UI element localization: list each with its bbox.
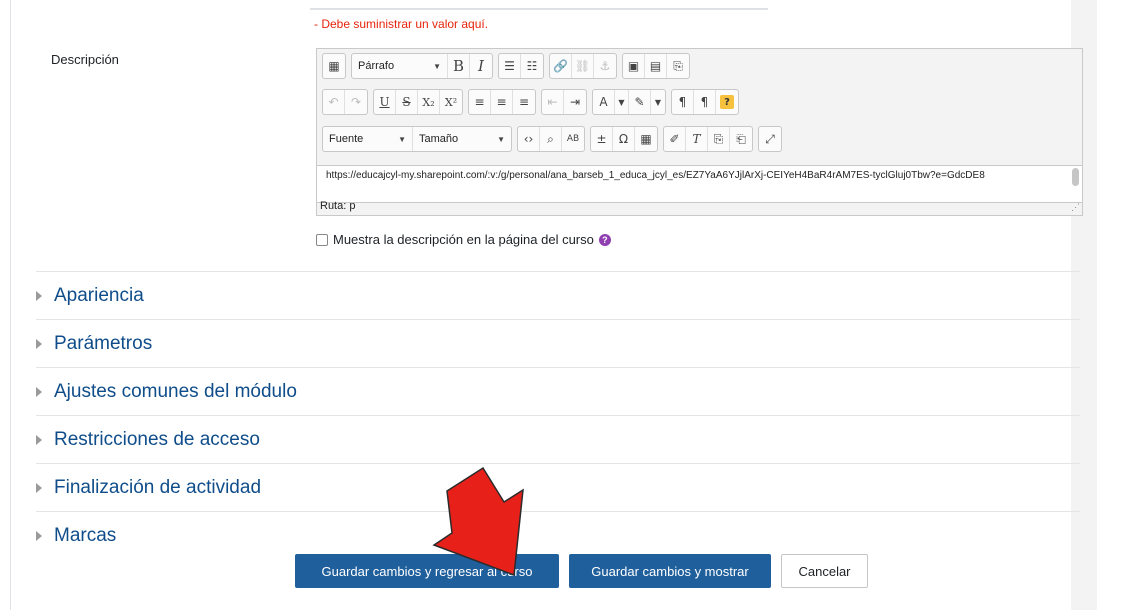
save-and-display-button[interactable]: Guardar cambios y mostrar: [569, 554, 771, 588]
section-finalizacion[interactable]: Finalización de actividad: [36, 463, 1080, 511]
error-message: - Debe suministrar un valor aquí.: [314, 17, 489, 31]
image-icon[interactable]: ▣: [623, 54, 645, 78]
editor-toolbar-row-3: Fuente ▼ Tamaño ▼ ‹› ⌕ AB ± Ω ▦ ✐ T ⎘ ⎗ …: [322, 126, 787, 152]
section-marcas[interactable]: Marcas: [36, 511, 1080, 559]
subscript-icon[interactable]: X₂: [418, 90, 440, 114]
section-title[interactable]: Ajustes comunes del módulo: [54, 381, 297, 403]
description-editor: ▦ Párrafo ▼ B I ☰ ☷ 🔗 ⛓ ⚓ ▣ ▤ ⎘ ↶ ↷ U S …: [316, 48, 1083, 216]
strikethrough-icon[interactable]: S: [396, 90, 418, 114]
section-title[interactable]: Marcas: [54, 525, 116, 547]
search-replace-icon[interactable]: ⌕: [540, 127, 562, 151]
caret-down-icon: ▼: [398, 134, 406, 144]
resize-handle-icon[interactable]: ⋰: [1071, 202, 1080, 213]
show-description-checkbox[interactable]: [316, 233, 328, 246]
special-char-icon[interactable]: Ω: [613, 127, 635, 151]
html-source-icon[interactable]: ‹›: [518, 127, 540, 151]
editor-content-text[interactable]: https://educajcyl-my.sharepoint.com/:v:/…: [326, 170, 1056, 181]
clear-formatting-icon[interactable]: T: [686, 127, 708, 151]
clear-formatting-brush-icon[interactable]: ✐: [664, 127, 686, 151]
section-title[interactable]: Restricciones de acceso: [54, 429, 260, 451]
section-title[interactable]: Apariencia: [54, 285, 144, 307]
font-select-label: Fuente: [329, 133, 364, 145]
unlink-icon[interactable]: ⛓: [572, 54, 594, 78]
paste-word-icon[interactable]: ⎗: [730, 127, 752, 151]
toolbar-toggle-icon[interactable]: ▦: [323, 54, 345, 78]
expand-triangle-icon: [36, 386, 42, 397]
section-title[interactable]: Finalización de actividad: [54, 477, 261, 499]
expand-triangle-icon: [36, 530, 42, 541]
editor-toolbar-row-1: ▦ Párrafo ▼ B I ☰ ☷ 🔗 ⛓ ⚓ ▣ ▤ ⎘: [322, 53, 695, 79]
previous-field-bottom: [310, 8, 768, 10]
show-description-row: Muestra la descripción en la página del …: [316, 232, 611, 247]
table-icon[interactable]: ▦: [635, 127, 657, 151]
undo-icon[interactable]: ↶: [323, 90, 345, 114]
font-color-caret-icon[interactable]: ▼: [615, 90, 629, 114]
link-icon[interactable]: 🔗: [550, 54, 572, 78]
form-action-buttons: Guardar cambios y regresar al curso Guar…: [295, 554, 868, 588]
case-convert-icon[interactable]: AB: [562, 127, 584, 151]
section-parametros[interactable]: Parámetros: [36, 319, 1080, 367]
superscript-icon[interactable]: X²: [440, 90, 462, 114]
section-title[interactable]: Parámetros: [54, 333, 152, 355]
paste-text-icon[interactable]: ⎘: [708, 127, 730, 151]
editor-toolbar-row-2: ↶ ↷ U S X₂ X² ≡ ≡ ≡ ⇤ ⇥ A ▼ ✎ ▼ ¶ ¶ ?: [322, 89, 744, 115]
underline-icon[interactable]: U: [374, 90, 396, 114]
background-color-icon[interactable]: ✎: [629, 90, 651, 114]
question-help-icon[interactable]: ?: [598, 233, 611, 246]
bold-icon[interactable]: B: [448, 54, 470, 78]
align-center-icon[interactable]: ≡: [491, 90, 513, 114]
rtl-icon[interactable]: ¶: [694, 90, 716, 114]
numbered-list-icon[interactable]: ☷: [521, 54, 543, 78]
expand-triangle-icon: [36, 482, 42, 493]
expand-triangle-icon: [36, 434, 42, 445]
help-icon[interactable]: ?: [716, 90, 738, 114]
paragraph-format-label: Párrafo: [358, 60, 395, 72]
align-left-icon[interactable]: ≡: [469, 90, 491, 114]
expand-triangle-icon: [36, 338, 42, 349]
size-select-label: Tamaño: [419, 133, 459, 145]
ltr-icon[interactable]: ¶: [672, 90, 694, 114]
editor-path-status: Ruta: p: [320, 200, 356, 212]
cancel-button[interactable]: Cancelar: [781, 554, 868, 588]
collapsible-sections: Apariencia Parámetros Ajustes comunes de…: [36, 271, 1080, 559]
editor-content-area[interactable]: https://educajcyl-my.sharepoint.com/:v:/…: [317, 165, 1082, 203]
description-label: Descripción: [51, 52, 119, 67]
paragraph-format-select[interactable]: Párrafo ▼: [352, 54, 448, 78]
editor-scrollbar[interactable]: [1072, 168, 1079, 186]
section-ajustes-comunes[interactable]: Ajustes comunes del módulo: [36, 367, 1080, 415]
indent-icon[interactable]: ⇥: [564, 90, 586, 114]
background-color-caret-icon[interactable]: ▼: [651, 90, 665, 114]
caret-down-icon: ▼: [433, 61, 441, 71]
fullscreen-icon[interactable]: ⤢: [759, 127, 781, 151]
page-left-border: [10, 0, 11, 610]
italic-icon[interactable]: I: [470, 54, 492, 78]
expand-triangle-icon: [36, 290, 42, 301]
section-restricciones[interactable]: Restricciones de acceso: [36, 415, 1080, 463]
redo-icon[interactable]: ↷: [345, 90, 367, 114]
save-and-return-button[interactable]: Guardar cambios y regresar al curso: [295, 554, 559, 588]
font-color-icon[interactable]: A: [593, 90, 615, 114]
show-description-label: Muestra la descripción en la página del …: [333, 232, 594, 247]
section-apariencia[interactable]: Apariencia: [36, 271, 1080, 319]
size-select[interactable]: Tamaño ▼: [413, 127, 511, 151]
caret-down-icon: ▼: [497, 134, 505, 144]
align-right-icon[interactable]: ≡: [513, 90, 535, 114]
bullet-list-icon[interactable]: ☰: [499, 54, 521, 78]
media-icon[interactable]: ▤: [645, 54, 667, 78]
outdent-icon[interactable]: ⇤: [542, 90, 564, 114]
equation-icon[interactable]: ±: [591, 127, 613, 151]
help-glyph: ?: [720, 95, 734, 109]
font-select[interactable]: Fuente ▼: [323, 127, 413, 151]
manage-files-icon[interactable]: ⎘: [667, 54, 689, 78]
anchor-icon[interactable]: ⚓: [594, 54, 616, 78]
